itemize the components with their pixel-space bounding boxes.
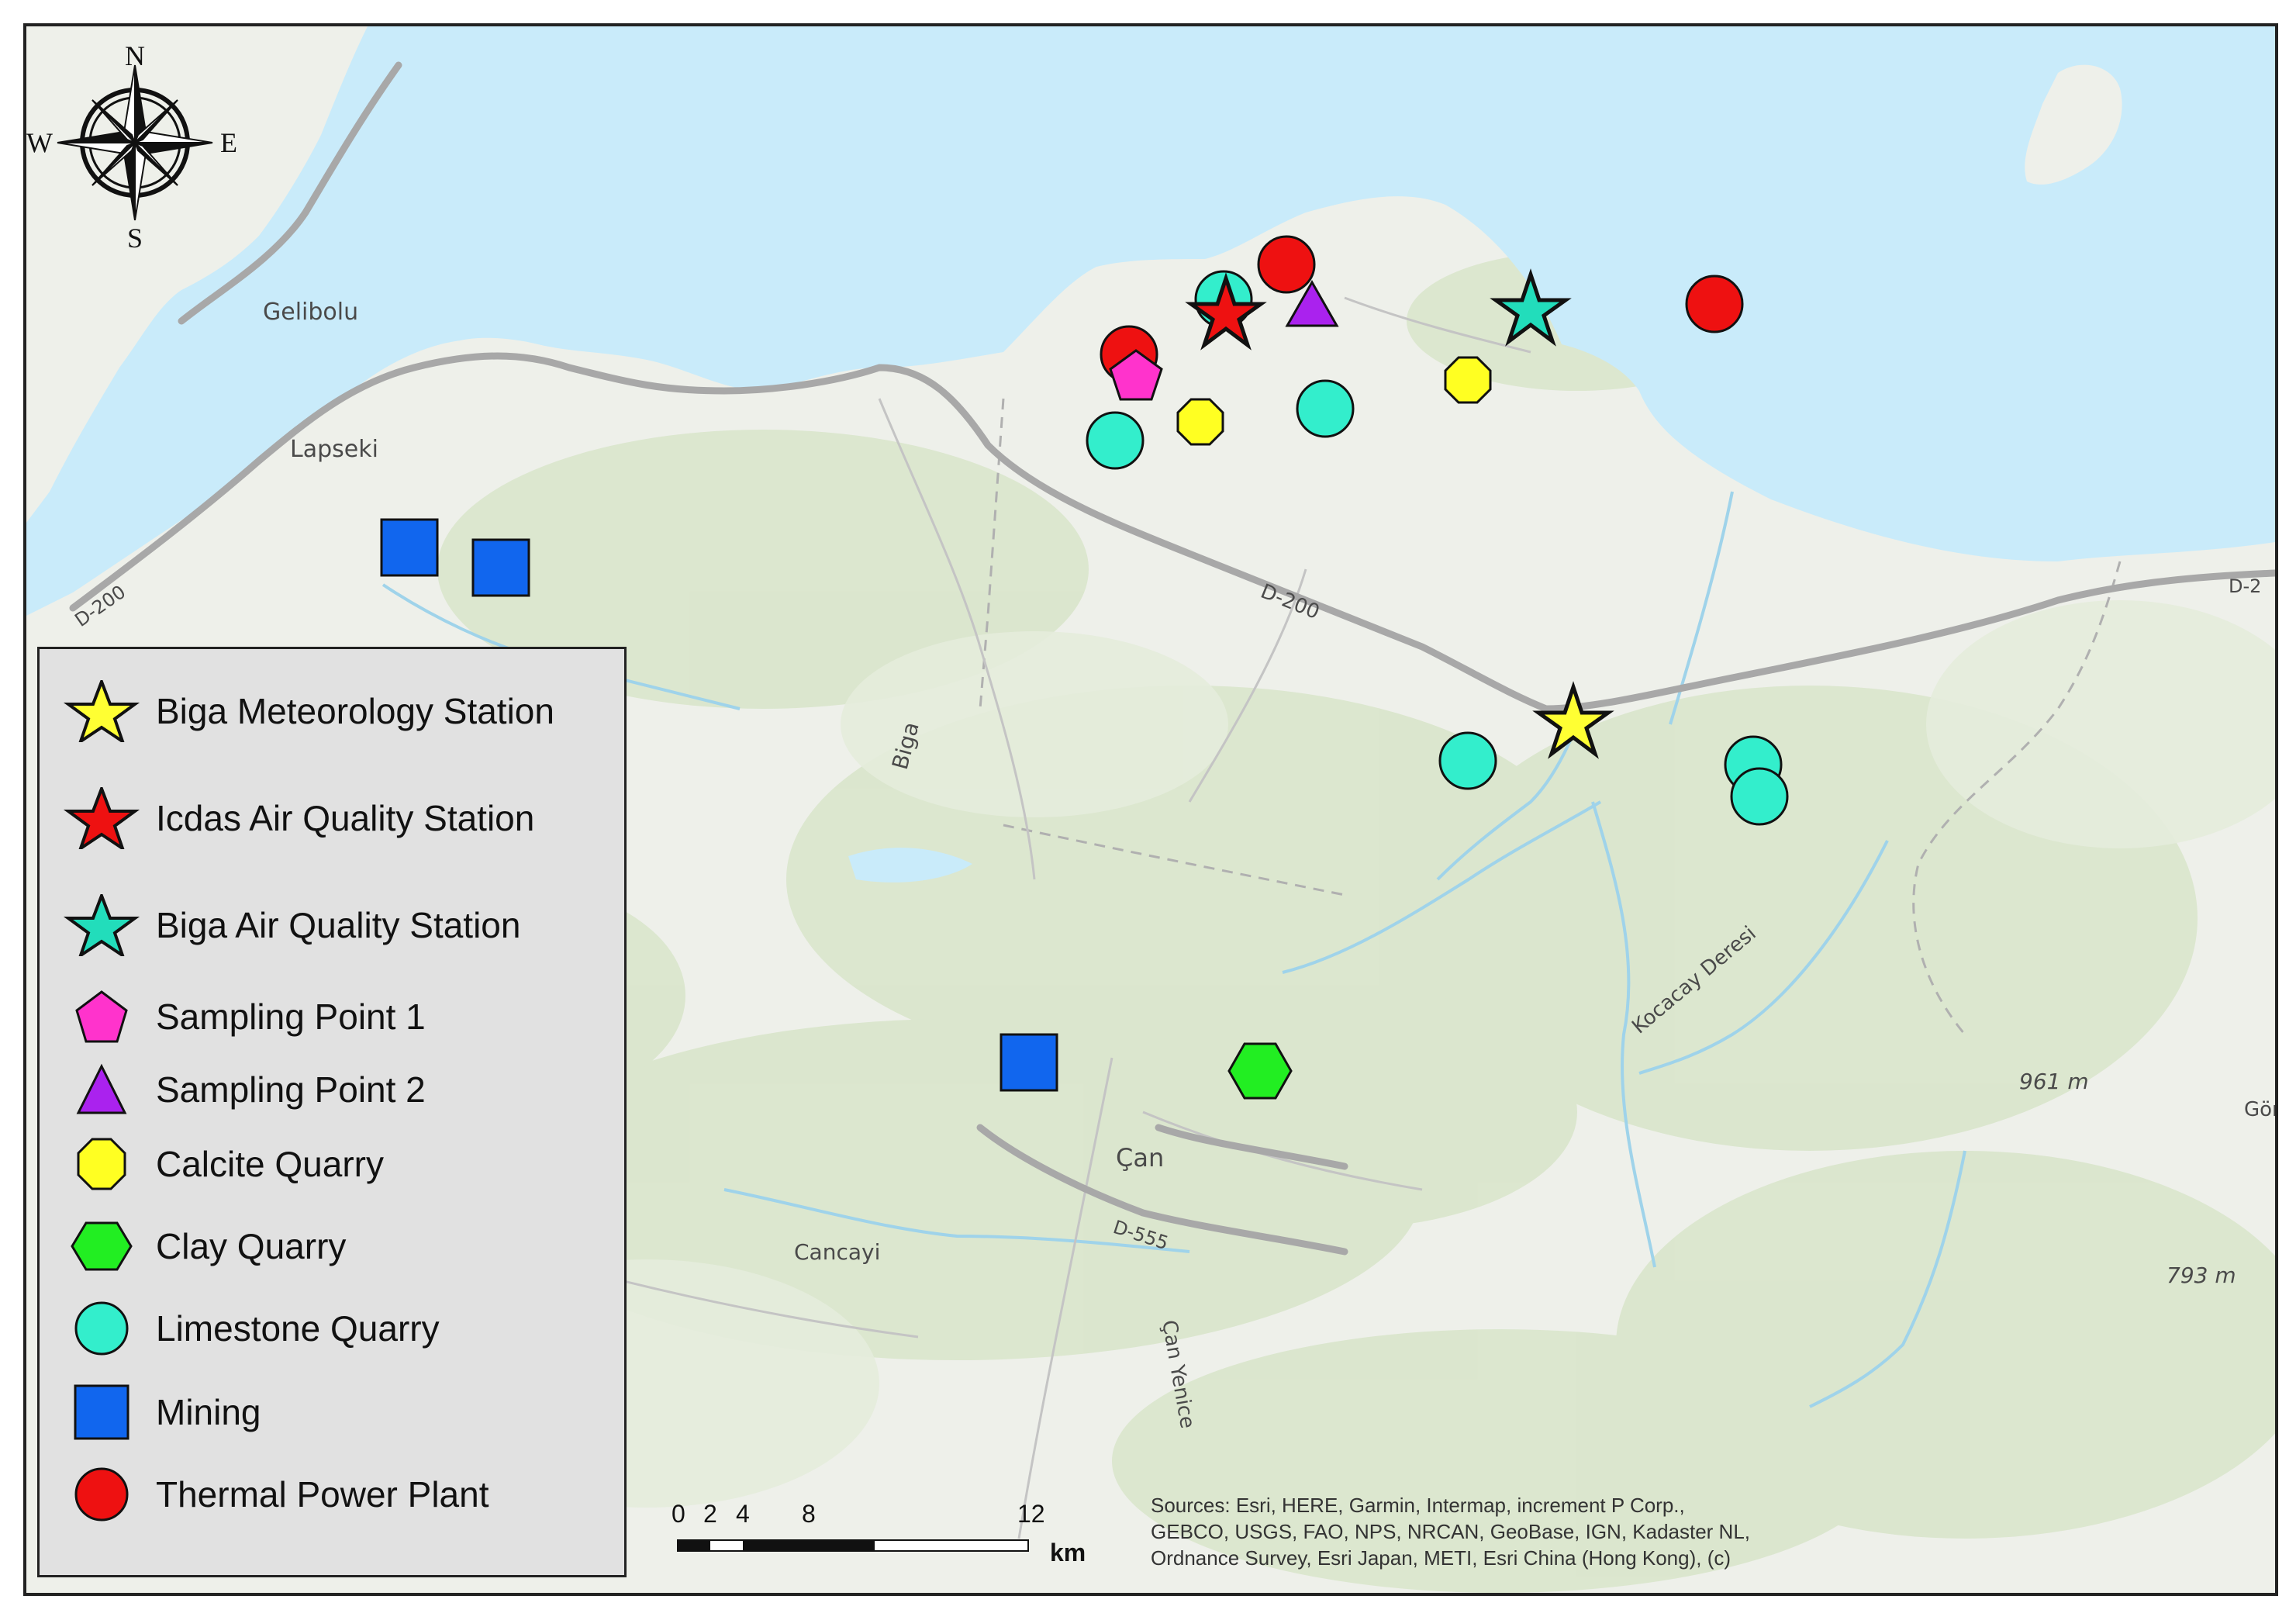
attribution-line: Sources: Esri, HERE, Garmin, Intermap, i…	[1151, 1494, 1685, 1517]
limestone-quarry-marker[interactable]	[1438, 731, 1497, 790]
legend-item-clay-quarry: Clay Quarry	[40, 1215, 629, 1277]
scale-bar: 0 2 4 8 12 km	[647, 1500, 1151, 1577]
scale-tick-label: 2	[703, 1500, 717, 1528]
compass-west-label: W	[26, 127, 53, 158]
hexagon-icon	[71, 1221, 133, 1271]
map-legend: Biga Meteorology Station Icdas Air Quali…	[37, 647, 627, 1577]
mining-marker[interactable]	[471, 538, 530, 597]
circle-icon	[74, 1467, 129, 1522]
legend-item-biga-meteorology-station: Biga Meteorology Station	[40, 680, 629, 742]
legend-item-biga-air-quality-station: Biga Air Quality Station	[40, 894, 629, 956]
star-icon	[63, 894, 140, 956]
map-attribution: Sources: Esri, HERE, Garmin, Intermap, i…	[1151, 1492, 1864, 1571]
place-label-lapseki: Lapseki	[290, 436, 378, 463]
thermal-power-plant-marker[interactable]	[1685, 275, 1744, 333]
legend-label: Sampling Point 2	[156, 1069, 426, 1110]
compass-north-label: N	[125, 40, 145, 71]
legend-label: Limestone Quarry	[156, 1308, 440, 1349]
mining-marker[interactable]	[380, 518, 439, 577]
square-icon	[74, 1384, 129, 1440]
scale-bar-graphic	[677, 1539, 1029, 1552]
place-label-cancayi: Cancayi	[794, 1239, 880, 1265]
scale-tick-label: 0	[672, 1500, 685, 1528]
map-frame[interactable]: D-200 D-200 D-2 D-555 Gelibolu Lapseki B…	[23, 23, 2278, 1596]
place-label-gelibolu: Gelibolu	[263, 299, 358, 326]
legend-label: Calcite Quarry	[156, 1144, 384, 1184]
legend-label: Thermal Power Plant	[156, 1474, 489, 1515]
place-label-can: Çan	[1116, 1143, 1164, 1173]
legend-label: Icdas Air Quality Station	[156, 798, 535, 838]
elevation-label-793: 793 m	[2167, 1262, 2236, 1288]
triangle-icon	[76, 1063, 127, 1114]
attribution-line: Ordnance Survey, Esri Japan, METI, Esri …	[1151, 1546, 1731, 1570]
scale-tick-label: 12	[1017, 1500, 1045, 1528]
limestone-quarry-marker[interactable]	[1086, 411, 1145, 470]
legend-label: Clay Quarry	[156, 1226, 347, 1266]
mining-marker[interactable]	[1000, 1033, 1058, 1092]
legend-item-mining: Mining	[40, 1381, 629, 1443]
legend-label: Mining	[156, 1392, 261, 1432]
legend-item-sampling-point-1: Sampling Point 1	[40, 986, 629, 1048]
star-icon	[63, 680, 140, 742]
pentagon-icon	[75, 990, 128, 1043]
legend-item-thermal-power-plant: Thermal Power Plant	[40, 1463, 629, 1525]
compass-south-label: S	[127, 223, 143, 254]
limestone-quarry-marker[interactable]	[1730, 767, 1789, 826]
scale-unit-label: km	[1050, 1539, 1086, 1566]
scale-tick-label: 4	[736, 1500, 750, 1528]
place-label-gon: Gön	[2244, 1098, 2275, 1121]
calcite-quarry-marker[interactable]	[1444, 356, 1492, 404]
thermal-power-plant-marker[interactable]	[1257, 235, 1316, 294]
legend-item-icdas-air-quality-station: Icdas Air Quality Station	[40, 787, 629, 849]
scale-tick-label: 8	[802, 1500, 816, 1528]
circle-icon	[74, 1301, 129, 1356]
attribution-line: GEBCO, USGS, FAO, NPS, NRCAN, GeoBase, I…	[1151, 1520, 1751, 1543]
compass-east-label: E	[220, 127, 237, 158]
calcite-quarry-marker[interactable]	[1176, 398, 1224, 446]
limestone-quarry-marker[interactable]	[1296, 379, 1355, 438]
road-label-d200-east: D-2	[2229, 575, 2261, 597]
legend-label: Biga Meteorology Station	[156, 691, 554, 731]
elevation-label-961: 961 m	[2019, 1069, 2089, 1094]
star-icon	[63, 787, 140, 849]
legend-item-calcite-quarry: Calcite Quarry	[40, 1133, 629, 1195]
legend-item-sampling-point-2: Sampling Point 2	[40, 1059, 629, 1121]
legend-label: Sampling Point 1	[156, 997, 426, 1037]
legend-label: Biga Air Quality Station	[156, 905, 521, 945]
octagon-icon	[77, 1138, 126, 1190]
legend-item-limestone-quarry: Limestone Quarry	[40, 1297, 629, 1359]
